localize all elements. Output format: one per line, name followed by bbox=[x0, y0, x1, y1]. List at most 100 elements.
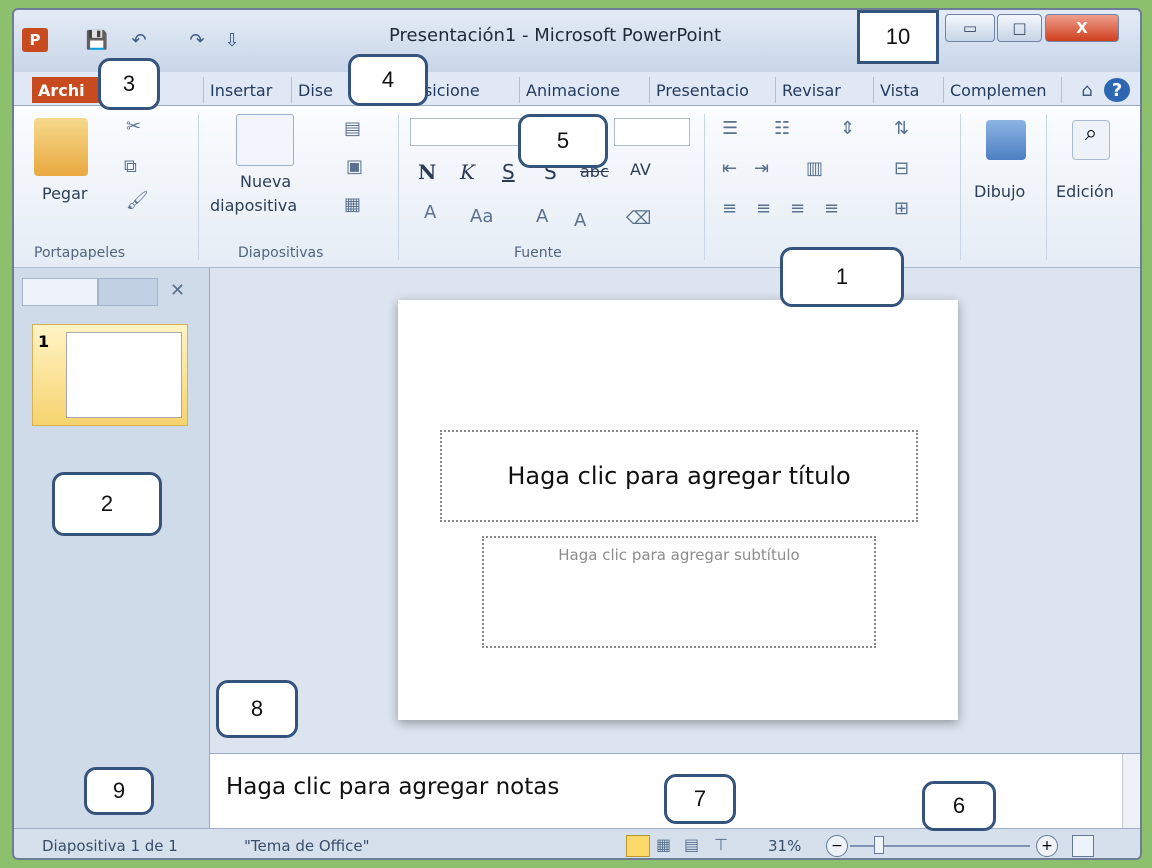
font-size-field[interactable] bbox=[614, 118, 690, 146]
numbering-icon[interactable]: ☷ bbox=[774, 118, 790, 139]
paste-button[interactable]: Pegar bbox=[42, 184, 87, 203]
editing-button[interactable]: Edición bbox=[1056, 182, 1114, 201]
customize-qat-icon[interactable]: ⇩ bbox=[219, 28, 245, 52]
cut-icon[interactable]: ✂ bbox=[126, 116, 141, 137]
slide-thumbnail-preview bbox=[66, 332, 182, 418]
tab-addins[interactable]: Complemen bbox=[944, 77, 1062, 103]
columns-icon[interactable]: ▥ bbox=[806, 158, 823, 179]
underline-button[interactable]: S bbox=[502, 160, 515, 184]
align-right-icon[interactable]: ≡ bbox=[790, 198, 805, 219]
tab-file[interactable]: Archi bbox=[32, 77, 108, 103]
clear-format-icon[interactable]: ⌫ bbox=[626, 208, 651, 229]
callout-3: 3 bbox=[98, 58, 160, 110]
outline-tab[interactable] bbox=[98, 278, 158, 306]
bullets-icon[interactable]: ☰ bbox=[722, 118, 738, 139]
tab-animations[interactable]: Animacione bbox=[520, 77, 650, 103]
tab-view[interactable]: Vista bbox=[874, 77, 944, 103]
smartart-icon[interactable]: ⊞ bbox=[894, 198, 909, 219]
ribbon-tabs: Archi icio Insertar Dise ansicione Anima… bbox=[14, 72, 1140, 106]
theme-name: "Tema de Office" bbox=[244, 837, 370, 855]
drawing-icon[interactable] bbox=[986, 120, 1026, 160]
window-title: Presentación1 - Microsoft PowerPoint bbox=[389, 25, 722, 46]
layout-icon[interactable]: ▤ bbox=[344, 118, 361, 139]
minimize-ribbon-icon[interactable]: ⌂ bbox=[1074, 78, 1100, 102]
reading-view-icon[interactable]: ▤ bbox=[684, 835, 699, 854]
text-direction-icon[interactable]: ⇅ bbox=[894, 118, 909, 139]
slides-tab[interactable] bbox=[22, 278, 98, 306]
slideshow-icon[interactable]: ⊤ bbox=[714, 835, 728, 854]
callout-9: 9 bbox=[84, 767, 154, 815]
copy-icon[interactable]: ⧉ bbox=[124, 156, 137, 177]
paste-icon[interactable] bbox=[34, 118, 88, 176]
font-smaller-icon[interactable]: A bbox=[574, 210, 586, 231]
callout-1: 1 bbox=[780, 247, 904, 307]
bold-button[interactable]: N bbox=[418, 160, 436, 184]
fit-slide-icon[interactable] bbox=[1072, 835, 1094, 857]
notes-placeholder: Haga clic para agregar notas bbox=[226, 774, 560, 800]
callout-5: 5 bbox=[518, 114, 608, 168]
tab-insert[interactable]: Insertar bbox=[204, 77, 292, 103]
align-center-icon[interactable]: ≡ bbox=[756, 198, 771, 219]
drawing-button[interactable]: Dibujo bbox=[974, 182, 1025, 201]
grow-font-icon[interactable]: A bbox=[424, 202, 436, 223]
zoom-in-button[interactable]: + bbox=[1036, 835, 1058, 857]
increase-indent-icon[interactable]: ⇥ bbox=[754, 158, 769, 179]
undo-icon[interactable]: ↶ bbox=[126, 28, 152, 52]
font-group-label: Fuente bbox=[514, 245, 562, 261]
group-separator bbox=[398, 114, 399, 260]
zoom-slider-thumb[interactable] bbox=[874, 836, 884, 854]
slides-group-label: Diapositivas bbox=[238, 245, 324, 261]
reset-icon[interactable]: ▣ bbox=[346, 156, 363, 177]
new-slide-label-2[interactable]: diapositiva bbox=[210, 196, 297, 215]
group-separator bbox=[1046, 114, 1047, 260]
zoom-out-button[interactable]: − bbox=[826, 835, 848, 857]
title-bar: P 💾 ↶ ↷ ⇩ Presentación1 - Microsoft Powe… bbox=[14, 10, 1140, 72]
slides-pane: ✕ 1 bbox=[14, 268, 210, 828]
status-bar: Diapositiva 1 de 1 "Tema de Office" ▦ ▤ … bbox=[14, 828, 1140, 858]
slide-counter: Diapositiva 1 de 1 bbox=[42, 837, 178, 855]
tab-review[interactable]: Revisar bbox=[776, 77, 874, 103]
change-case-icon[interactable]: Aa bbox=[470, 206, 493, 227]
slide-canvas[interactable]: Haga clic para agregar título Haga clic … bbox=[398, 300, 958, 720]
align-text-icon[interactable]: ⊟ bbox=[894, 158, 909, 179]
decrease-indent-icon[interactable]: ⇤ bbox=[722, 158, 737, 179]
group-separator bbox=[960, 114, 961, 260]
close-pane-icon[interactable]: ✕ bbox=[170, 280, 185, 301]
section-icon[interactable]: ▦ bbox=[344, 194, 361, 215]
new-slide-label[interactable]: Nueva bbox=[240, 172, 291, 191]
maximize-button[interactable]: □ bbox=[997, 14, 1042, 42]
zoom-level[interactable]: 31% bbox=[768, 837, 801, 855]
save-icon[interactable]: 💾 bbox=[84, 28, 110, 52]
close-button[interactable]: X bbox=[1045, 14, 1119, 42]
callout-10: 10 bbox=[857, 10, 939, 64]
italic-button[interactable]: K bbox=[460, 160, 475, 184]
slide-thumbnail-number: 1 bbox=[38, 332, 50, 351]
slide-sorter-icon[interactable]: ▦ bbox=[656, 835, 671, 854]
format-painter-icon[interactable]: 🖌 bbox=[126, 190, 149, 211]
justify-icon[interactable]: ≡ bbox=[824, 198, 839, 219]
char-spacing-button[interactable]: AV bbox=[630, 160, 651, 179]
callout-2: 2 bbox=[52, 472, 162, 536]
callout-7: 7 bbox=[664, 774, 736, 824]
minimize-button[interactable]: ▭ bbox=[945, 14, 995, 42]
subtitle-placeholder-text: Haga clic para agregar subtítulo bbox=[558, 546, 800, 564]
binoculars-icon[interactable]: ⌕ bbox=[1072, 120, 1110, 160]
callout-6: 6 bbox=[922, 781, 996, 831]
callout-8: 8 bbox=[216, 680, 298, 738]
group-separator bbox=[704, 114, 705, 260]
tab-slideshow[interactable]: Presentacio bbox=[650, 77, 776, 103]
help-icon[interactable]: ? bbox=[1104, 78, 1130, 102]
font-larger-icon[interactable]: A bbox=[536, 206, 548, 227]
callout-4: 4 bbox=[348, 54, 428, 106]
line-spacing-icon[interactable]: ⇕ bbox=[840, 118, 855, 139]
notes-scrollbar[interactable] bbox=[1122, 754, 1140, 828]
redo-icon[interactable]: ↷ bbox=[184, 28, 210, 52]
subtitle-placeholder[interactable]: Haga clic para agregar subtítulo bbox=[482, 536, 876, 648]
new-slide-icon[interactable] bbox=[236, 114, 294, 166]
normal-view-icon[interactable] bbox=[626, 835, 650, 857]
title-placeholder[interactable]: Haga clic para agregar título bbox=[440, 430, 918, 522]
group-separator bbox=[198, 114, 199, 260]
title-placeholder-text: Haga clic para agregar título bbox=[507, 462, 851, 490]
powerpoint-app-icon[interactable]: P bbox=[22, 28, 48, 52]
align-left-icon[interactable]: ≡ bbox=[722, 198, 737, 219]
